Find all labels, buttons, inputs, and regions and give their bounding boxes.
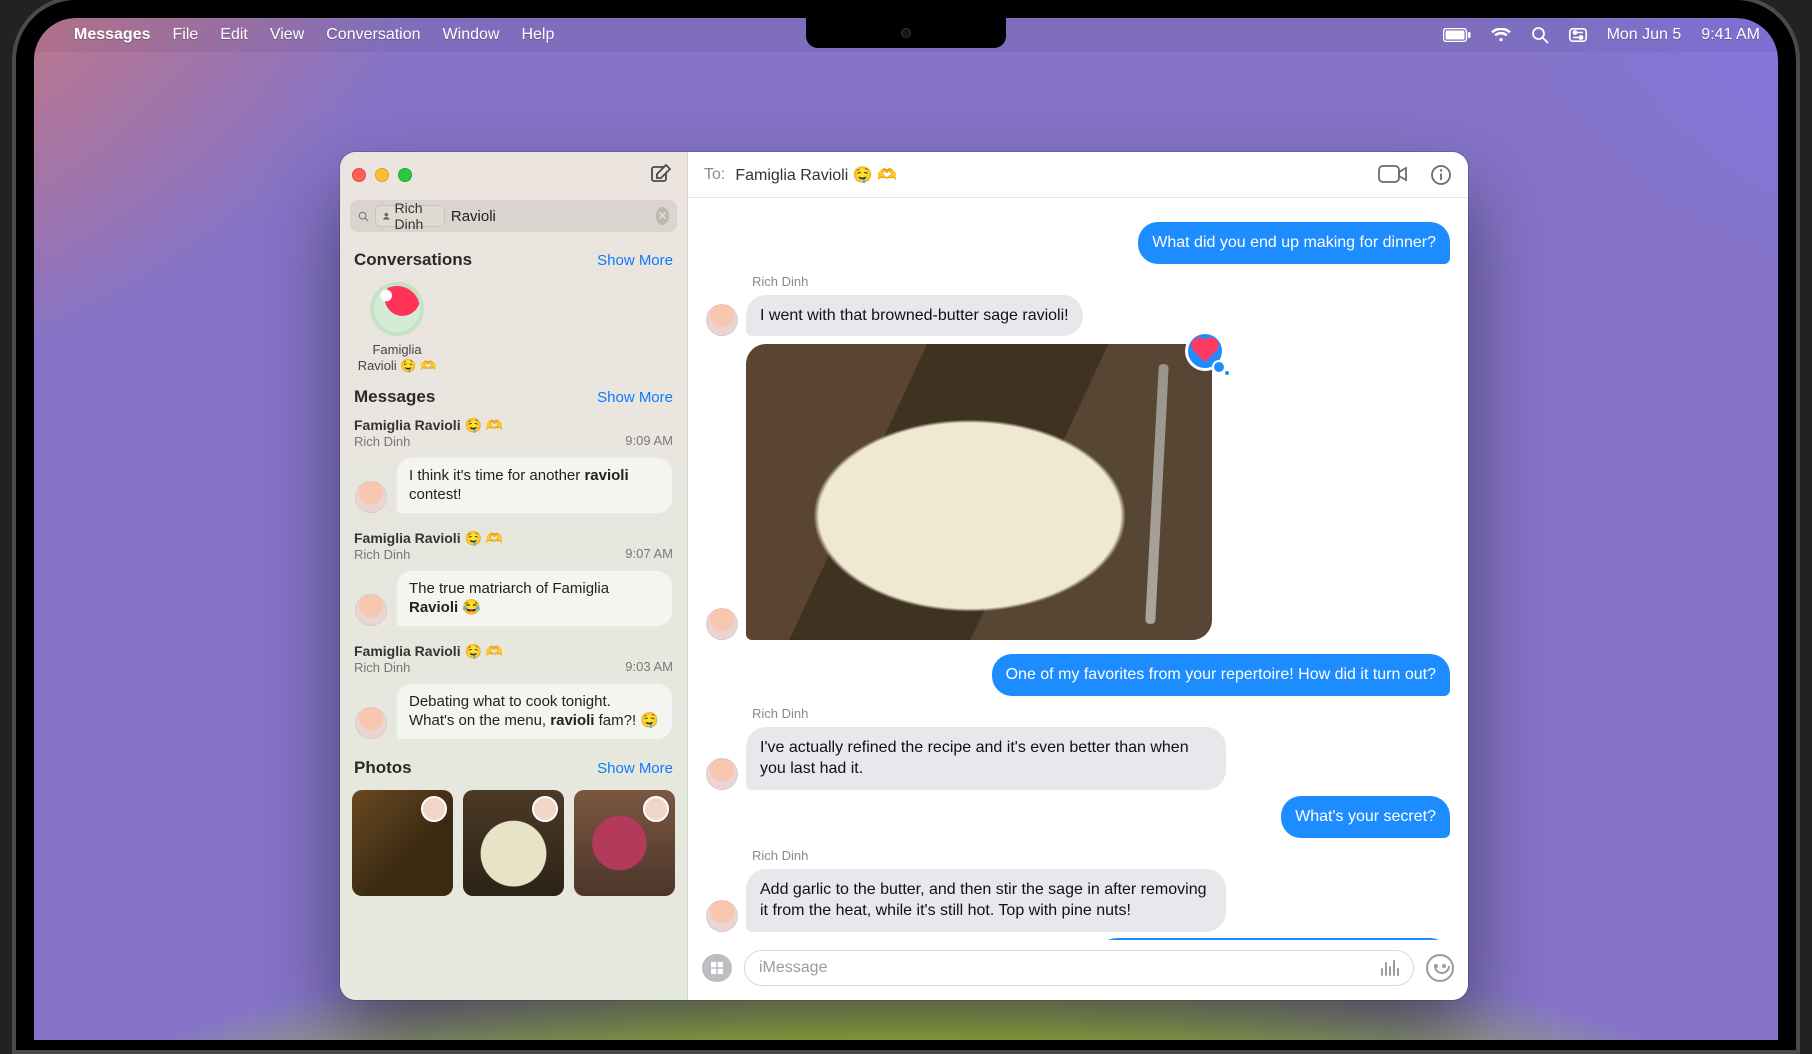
search-icon: [358, 209, 369, 224]
desktop-wallpaper: Messages File Edit View Conversation Win…: [34, 18, 1778, 1040]
menubar-time[interactable]: 9:41 AM: [1701, 26, 1760, 44]
messages-header: Messages: [354, 387, 435, 407]
menubar-item-help[interactable]: Help: [521, 26, 554, 44]
emoji-picker-button[interactable]: [1426, 954, 1454, 982]
conversation-title[interactable]: Famiglia Ravioli 🤤 🫶: [735, 165, 897, 185]
sender-label: Rich Dinh: [752, 706, 1450, 721]
avatar-icon: [706, 608, 738, 640]
message-input[interactable]: iMessage: [744, 950, 1414, 986]
avatar-icon: [421, 796, 447, 822]
battery-icon[interactable]: [1443, 28, 1471, 42]
facetime-button[interactable]: [1378, 164, 1408, 186]
search-input[interactable]: [451, 208, 650, 225]
fullscreen-window-button[interactable]: [398, 168, 412, 182]
show-more-conversations[interactable]: Show More: [597, 252, 673, 269]
message-result-preview: I think it's time for another ravioli co…: [396, 457, 673, 514]
message-result-preview: Debating what to cook tonight. What's on…: [396, 683, 673, 740]
message-result-time: 9:03 AM: [625, 659, 673, 674]
conversation-result[interactable]: Famiglia Ravioli 🤤 🫶: [352, 282, 442, 375]
show-more-photos[interactable]: Show More: [597, 760, 673, 777]
message-result-chat: Famiglia Ravioli 🤤 🫶: [354, 643, 673, 660]
message-result-time: 9:09 AM: [625, 433, 673, 448]
spotlight-icon[interactable]: [1531, 26, 1549, 44]
conversation-result-name: Famiglia Ravioli 🤤 🫶: [352, 342, 442, 375]
sender-label: Rich Dinh: [752, 848, 1450, 863]
avatar-icon: [706, 758, 738, 790]
photo-result[interactable]: [352, 790, 453, 896]
details-button[interactable]: [1430, 164, 1452, 186]
close-window-button[interactable]: [352, 168, 366, 182]
photo-result[interactable]: [574, 790, 675, 896]
search-token-person[interactable]: Rich Dinh: [375, 205, 445, 227]
message-input-placeholder: iMessage: [759, 959, 827, 977]
menubar-item-edit[interactable]: Edit: [220, 26, 248, 44]
sidebar: Rich Dinh ✕ Conversations Show More Fami…: [340, 152, 688, 1000]
photos-header: Photos: [354, 758, 412, 778]
avatar-icon: [532, 796, 558, 822]
message-result[interactable]: Famiglia Ravioli 🤤 🫶 Rich Dinh 9:09 AM I…: [340, 411, 687, 524]
tapback-heart-icon[interactable]: [1188, 334, 1222, 368]
photo-result[interactable]: [463, 790, 564, 896]
received-bubble[interactable]: I've actually refined the recipe and it'…: [746, 727, 1226, 790]
menubar-date[interactable]: Mon Jun 5: [1607, 26, 1682, 44]
search-field[interactable]: Rich Dinh ✕: [350, 200, 677, 232]
notch: [806, 18, 1006, 48]
menubar-item-file[interactable]: File: [173, 26, 199, 44]
received-bubble[interactable]: I went with that browned-butter sage rav…: [746, 295, 1083, 337]
person-icon: [382, 210, 391, 222]
avatar-icon: [355, 707, 387, 739]
menubar-item-conversation[interactable]: Conversation: [326, 26, 420, 44]
menubar-item-window[interactable]: Window: [443, 26, 500, 44]
conversations-header: Conversations: [354, 250, 472, 270]
sender-label: Rich Dinh: [752, 274, 1450, 289]
compose-button[interactable]: [649, 162, 675, 188]
dictation-icon[interactable]: [1381, 960, 1399, 976]
menubar-app-name[interactable]: Messages: [74, 26, 151, 44]
avatar-icon: [706, 900, 738, 932]
show-more-messages[interactable]: Show More: [597, 389, 673, 406]
macbook-frame: Messages File Edit View Conversation Win…: [0, 0, 1812, 1054]
received-bubble[interactable]: Add garlic to the butter, and then stir …: [746, 869, 1226, 932]
group-avatar-icon: [370, 282, 424, 336]
avatar-icon: [643, 796, 669, 822]
wifi-icon[interactable]: [1491, 28, 1511, 42]
avatar-icon: [706, 304, 738, 336]
message-result-time: 9:07 AM: [625, 546, 673, 561]
avatar-icon: [355, 594, 387, 626]
avatar-icon: [355, 481, 387, 513]
to-label: To:: [704, 166, 725, 184]
search-token-label: Rich Dinh: [395, 200, 438, 232]
menubar-item-view[interactable]: View: [270, 26, 304, 44]
sent-bubble[interactable]: What did you end up making for dinner?: [1138, 222, 1450, 264]
message-result[interactable]: Famiglia Ravioli 🤤 🫶 Rich Dinh 9:07 AM T…: [340, 524, 687, 637]
message-result-chat: Famiglia Ravioli 🤤 🫶: [354, 530, 673, 547]
sent-bubble[interactable]: What's your secret?: [1281, 796, 1450, 838]
messages-window: Rich Dinh ✕ Conversations Show More Fami…: [340, 152, 1468, 1000]
window-controls: [352, 168, 412, 182]
conversation-pane: To: Famiglia Ravioli 🤤 🫶 What d: [688, 152, 1468, 1000]
sent-bubble[interactable]: One of my favorites from your repertoire…: [992, 654, 1450, 696]
image-message[interactable]: [746, 344, 1212, 640]
message-result[interactable]: Famiglia Ravioli 🤤 🫶 Rich Dinh 9:03 AM D…: [340, 637, 687, 750]
input-bar: iMessage: [688, 940, 1468, 1000]
control-center-icon[interactable]: [1569, 28, 1587, 42]
message-result-preview: The true matriarch of Famiglia Ravioli 😂: [396, 570, 673, 627]
minimize-window-button[interactable]: [375, 168, 389, 182]
message-thread[interactable]: What did you end up making for dinner? R…: [688, 198, 1468, 940]
clear-search-button[interactable]: ✕: [656, 207, 669, 225]
conversation-header: To: Famiglia Ravioli 🤤 🫶: [688, 152, 1468, 198]
apps-button[interactable]: [702, 954, 732, 982]
message-result-chat: Famiglia Ravioli 🤤 🫶: [354, 417, 673, 434]
